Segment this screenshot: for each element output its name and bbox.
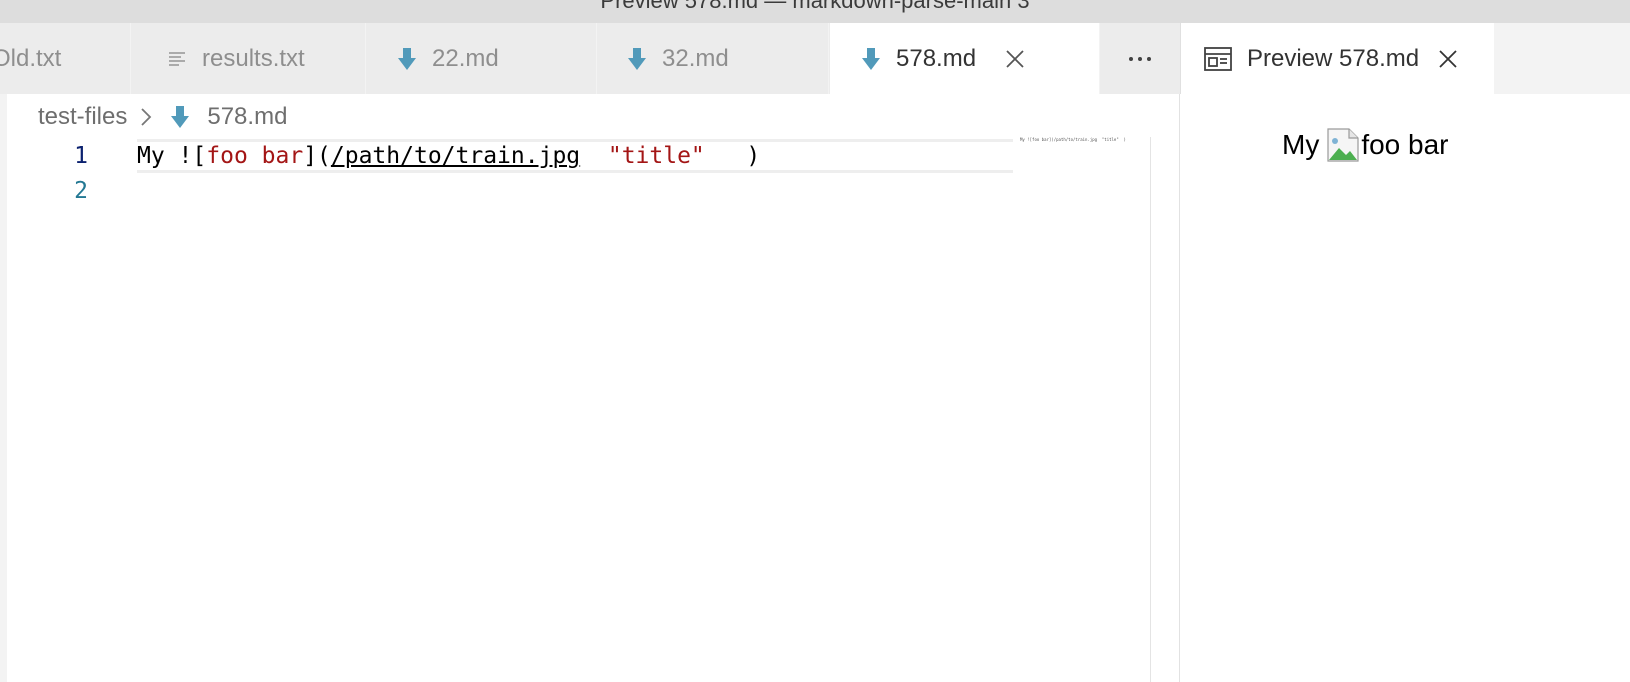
markdown-arrow-icon: [167, 104, 193, 130]
tab-preview-578-md[interactable]: Preview 578.md: [1181, 23, 1494, 94]
chevron-right-icon: [135, 106, 157, 128]
code-alt-text: foo bar: [206, 143, 304, 169]
tab-label: 32.md: [662, 44, 729, 72]
editor-area[interactable]: [0, 134, 1180, 682]
window-title: Preview 578.md — markdown-parse-main 3: [600, 0, 1030, 13]
preview-icon: [1203, 45, 1233, 73]
close-icon[interactable]: [1435, 46, 1461, 72]
tab-results-txt[interactable]: results.txt: [132, 23, 366, 94]
minimap[interactable]: My ![foo bar](/path/to/train.jpg "title"…: [1020, 137, 1126, 143]
breadcrumb-folder[interactable]: test-files: [38, 103, 127, 131]
tab-label: Old.txt: [0, 44, 62, 72]
editor-left-edge: [0, 94, 7, 682]
close-icon[interactable]: [1002, 46, 1028, 72]
preview-text: My: [1282, 129, 1320, 160]
tab-label: results.txt: [202, 44, 305, 72]
code-token: ): [704, 143, 761, 169]
markdown-arrow-icon: [624, 46, 650, 72]
markdown-arrow-icon: [394, 46, 420, 72]
minimap-divider: [1150, 137, 1151, 682]
code-line-1[interactable]: My ![foo bar](/path/to/train.jpg "title"…: [137, 138, 760, 174]
breadcrumb-file[interactable]: 578.md: [207, 103, 287, 131]
tab-label: 578.md: [896, 44, 977, 72]
tab-label: 22.md: [432, 44, 499, 72]
editor-group-divider[interactable]: [1179, 94, 1180, 682]
breadcrumb: test-files 578.md: [38, 99, 287, 135]
tab-32-md[interactable]: 32.md: [598, 23, 829, 94]
more-actions-icon[interactable]: [1100, 23, 1180, 94]
tab-22-md[interactable]: 22.md: [367, 23, 597, 94]
line-number: 2: [74, 178, 88, 204]
editor-tab-strip: Old.txt results.txt 22.md 32.md 578.md: [0, 23, 1180, 94]
text-lines-icon: [164, 46, 190, 72]
code-link-url[interactable]: /path/to/train.jpg: [331, 143, 580, 169]
code-title-string: "title": [607, 143, 705, 169]
code-token: ](: [303, 143, 331, 169]
title-bar: Preview 578.md — markdown-parse-main 3: [0, 0, 1630, 23]
code-token: My ![: [137, 143, 207, 169]
line-number: 1: [74, 143, 88, 169]
tab-old-txt[interactable]: Old.txt: [0, 23, 131, 94]
markdown-arrow-icon: [858, 46, 884, 72]
broken-image-icon: [1327, 128, 1361, 162]
markdown-preview-content: My foo bar: [1282, 120, 1449, 170]
preview-tab-strip: Preview 578.md: [1180, 23, 1630, 94]
tab-label: Preview 578.md: [1247, 44, 1420, 72]
tab-578-md[interactable]: 578.md: [830, 23, 1100, 94]
preview-image-alt-text: foo bar: [1361, 129, 1449, 160]
